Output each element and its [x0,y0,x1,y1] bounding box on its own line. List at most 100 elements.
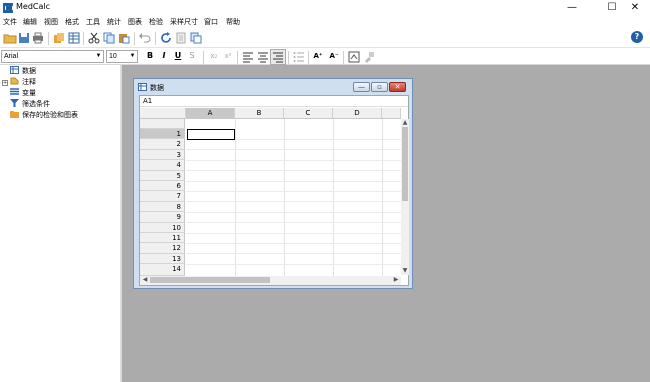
page-icon[interactable] [189,31,203,45]
row-header[interactable]: 10 [140,222,185,233]
scroll-left-icon[interactable]: ◀ [141,276,149,284]
row-header[interactable]: 13 [140,253,185,265]
row-header[interactable]: 9 [140,212,185,223]
menu-help[interactable]: 帮助 [226,16,240,28]
menu-statistics[interactable]: 统计 [107,16,121,28]
strikethrough-button[interactable]: S [186,50,198,62]
print-icon[interactable] [31,31,45,45]
save-icon[interactable] [17,31,31,45]
underline-button[interactable]: U [172,50,184,62]
tree-item-label: 筛选条件 [22,100,50,108]
align-right-icon[interactable] [270,49,286,65]
row-header[interactable]: 3 [140,149,185,161]
bold-button[interactable]: B [144,50,156,62]
paste-icon[interactable] [117,31,131,45]
row-header[interactable]: 2 [140,139,185,150]
mdi-minimize-button[interactable]: — [353,82,370,92]
horizontal-scrollbar[interactable]: ◀ ▶ [140,276,401,285]
row-header[interactable]: 5 [140,170,185,181]
scrollbar-thumb[interactable] [402,127,408,201]
help-icon[interactable]: ? [631,31,643,43]
menu-format[interactable]: 格式 [65,16,79,28]
vertical-scrollbar[interactable]: ▲ ▼ [401,119,409,275]
superscript-button[interactable]: x² [222,50,234,62]
undo-icon[interactable] [138,31,152,45]
data-window-title: 数据 [150,84,164,92]
navigation-tree: 数据 + 注释 变量 筛选条件 保存的检验和图表 [0,65,120,382]
align-center-icon[interactable] [256,50,270,64]
cut-icon[interactable] [87,31,101,45]
gridline [186,201,401,203]
bullet-list-icon[interactable] [292,50,306,64]
mdi-close-button[interactable]: ✕ [389,82,406,92]
font-family-value: Arial [4,53,19,60]
menu-tests[interactable]: 检验 [149,16,163,28]
menu-sample-size[interactable]: 采样尺寸 [170,16,198,28]
font-size-select[interactable]: 10 ▼ [106,50,138,63]
row-header[interactable]: 1 [140,129,185,140]
row-header[interactable] [140,119,185,129]
row-header[interactable]: 6 [140,181,185,192]
title-bar: MedCalc — ☐ ✕ [0,0,650,16]
copy-icon[interactable] [102,31,116,45]
italic-button[interactable]: I [158,50,170,62]
menu-tools[interactable]: 工具 [86,16,100,28]
gridline [186,253,401,255]
tree-item-saved-tests[interactable]: 保存的检验和图表 [10,110,78,120]
menu-file[interactable]: 文件 [3,16,17,28]
row-header[interactable]: 12 [140,243,185,254]
menu-window[interactable]: 窗口 [204,16,218,28]
row-header[interactable]: 11 [140,233,185,244]
tree-item-filters[interactable]: 筛选条件 [10,99,50,109]
font-grow-button[interactable]: A⁺ [311,50,325,62]
grid-corner[interactable] [140,108,186,119]
cell-reference: A1 [140,96,408,107]
toolbar-separator [288,51,289,64]
app-title: MedCalc [16,2,51,11]
scroll-up-icon[interactable]: ▲ [401,119,409,127]
mdi-restore-button[interactable]: ▫ [371,82,388,92]
active-cell[interactable] [187,129,235,140]
column-header[interactable]: B [235,108,284,119]
row-header[interactable]: 7 [140,191,185,202]
gridline [186,170,401,172]
font-family-select[interactable]: Arial ▼ [1,50,104,63]
column-header[interactable]: A [186,108,235,119]
toolbar-separator [48,32,49,45]
insert-object-icon[interactable] [347,50,361,64]
row-header[interactable]: 14 [140,264,185,276]
spreadsheet-grid[interactable]: A1 A B C D 1 2 3 4 5 6 7 8 9 10 11 12 13… [139,95,409,286]
expand-toggle[interactable]: + [2,80,8,86]
minimize-button[interactable]: — [557,0,587,16]
align-left-icon[interactable] [241,50,255,64]
menu-view[interactable]: 视图 [44,16,58,28]
gridline [186,159,401,161]
spreadsheet-icon[interactable] [67,31,81,45]
notes-icon [10,77,19,85]
gridline [186,149,401,151]
row-header[interactable]: 8 [140,201,185,213]
folder-icon [10,111,19,118]
subscript-button[interactable]: x₂ [208,50,220,62]
close-button[interactable]: ✕ [620,0,650,16]
open-folder-icon[interactable] [3,31,17,45]
report-icon[interactable] [174,31,188,45]
menu-graphs[interactable]: 图表 [128,16,142,28]
row-header[interactable]: 4 [140,160,185,171]
scroll-down-icon[interactable]: ▼ [401,267,409,275]
scroll-right-icon[interactable]: ▶ [392,276,400,284]
menu-edit[interactable]: 编辑 [23,16,37,28]
copy-doc-icon[interactable] [52,31,66,45]
toolbar-separator [343,51,344,64]
tree-item-variables[interactable]: 变量 [10,88,36,98]
column-header[interactable]: D [333,108,382,119]
font-shrink-button[interactable]: A⁻ [327,50,341,62]
gridline [186,243,401,244]
format-painter-icon[interactable] [362,50,376,64]
scrollbar-thumb[interactable] [150,277,270,283]
tree-item-data[interactable]: 数据 [10,66,36,76]
column-header[interactable]: C [284,108,333,119]
column-header[interactable] [382,108,401,119]
tree-item-notes[interactable]: 注释 [10,77,36,87]
refresh-icon[interactable] [159,31,173,45]
